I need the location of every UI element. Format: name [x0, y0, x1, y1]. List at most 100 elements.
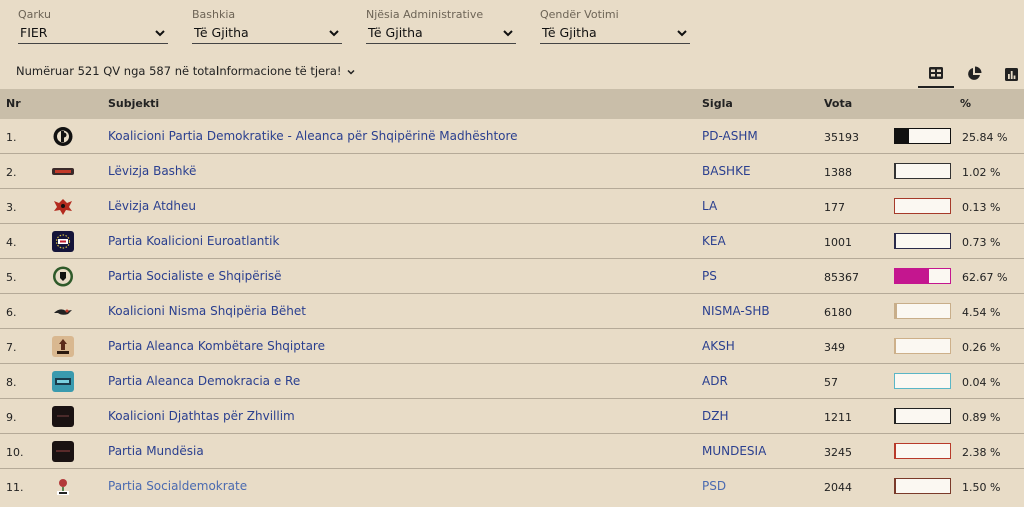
row-pct: 62.67 % [962, 271, 1008, 284]
row-subjekti[interactable]: Partia Koalicioni Euroatlantik [108, 234, 279, 248]
row-pct: 0.73 % [962, 236, 1001, 249]
vote-share-bar [894, 163, 951, 179]
ps-rose-logo-icon [52, 266, 74, 287]
row-vota: 1211 [824, 411, 852, 424]
qarku-select-value: FIER [20, 25, 48, 40]
qender-select[interactable]: Të Gjitha [540, 24, 690, 44]
row-pct: 0.13 % [962, 201, 1001, 214]
vote-share-fill [895, 129, 910, 143]
row-vota: 57 [824, 376, 838, 389]
row-pct: 2.38 % [962, 446, 1001, 459]
vote-share-bar [894, 233, 951, 249]
row-subjekti[interactable]: Lëvizja Atdheu [108, 199, 196, 213]
row-nr: 8. [6, 376, 17, 389]
row-sigla: PD-ASHM [702, 129, 758, 143]
more-info-dropdown[interactable]: Informacione të tjera! [216, 64, 355, 78]
row-vota: 3245 [824, 446, 852, 459]
row-subjekti[interactable]: Partia Aleanca Demokracia e Re [108, 374, 300, 388]
pie-view-button[interactable] [956, 60, 992, 88]
mundesia-logo-icon [52, 441, 74, 462]
pd-logo-icon [52, 126, 74, 147]
row-nr: 11. [6, 481, 24, 494]
vote-share-bar [894, 478, 951, 494]
row-sigla: NISMA-SHB [702, 304, 770, 318]
vote-share-bar [894, 268, 951, 284]
vote-share-fill [895, 304, 898, 318]
bashkia-select[interactable]: Të Gjitha [192, 24, 342, 44]
dzh-logo-icon [52, 406, 74, 427]
table-row[interactable]: 7. Partia Aleanca Kombëtare Shqiptare AK… [0, 329, 1024, 364]
row-sigla: PSD [702, 479, 727, 493]
row-subjekti[interactable]: Koalicioni Nisma Shqipëria Bëhet [108, 304, 306, 318]
qender-select-value: Të Gjitha [542, 25, 597, 40]
row-sigla: KEA [702, 234, 726, 248]
pie-chart-icon [968, 66, 982, 80]
row-subjekti[interactable]: Lëvizja Bashkë [108, 164, 196, 178]
row-vota: 1388 [824, 166, 852, 179]
row-sigla: BASHKE [702, 164, 751, 178]
row-subjekti[interactable]: Partia Aleanca Kombëtare Shqiptare [108, 339, 325, 353]
filters-bar: Qarku FIER Bashkia Të Gjitha Njësia Admi… [0, 0, 1024, 52]
chevron-down-icon [155, 30, 165, 37]
bar-chart-icon [1004, 67, 1018, 81]
table-row[interactable]: 2. Lëvizja Bashkë BASHKE 1388 1.02 % [0, 154, 1024, 189]
row-nr: 3. [6, 201, 17, 214]
row-nr: 5. [6, 271, 17, 284]
vote-share-fill [895, 444, 897, 458]
adr-logo-icon [52, 371, 74, 392]
table-row[interactable]: 8. Partia Aleanca Demokracia e Re ADR 57… [0, 364, 1024, 399]
filter-njesia-label: Njësia Administrative [366, 8, 484, 21]
row-nr: 2. [6, 166, 17, 179]
vote-share-bar [894, 198, 951, 214]
filter-bashkia: Bashkia Të Gjitha [192, 8, 342, 44]
filter-qender: Qendër Votimi Të Gjitha [540, 8, 690, 44]
filter-qarku: Qarku FIER [18, 8, 168, 44]
nisma-logo-icon [52, 301, 74, 322]
table-header: Nr Subjekti Sigla Vota % [0, 89, 1024, 119]
row-sigla: MUNDESIA [702, 444, 767, 458]
vote-share-bar [894, 408, 951, 424]
col-vota: Vota [824, 97, 853, 110]
vote-share-bar [894, 128, 951, 144]
table-row[interactable]: 1. Koalicioni Partia Demokratike - Alean… [0, 119, 1024, 154]
bar-view-button[interactable] [993, 60, 1024, 88]
row-sigla: ADR [702, 374, 728, 388]
filter-qarku-label: Qarku [18, 8, 51, 21]
col-subjekti: Subjekti [108, 97, 160, 110]
row-pct: 0.26 % [962, 341, 1001, 354]
row-vota: 35193 [824, 131, 859, 144]
chevron-down-icon [347, 69, 355, 75]
row-pct: 0.89 % [962, 411, 1001, 424]
row-subjekti[interactable]: Koalicioni Partia Demokratike - Aleanca … [108, 129, 518, 143]
row-subjekti[interactable]: Koalicioni Djathtas për Zhvillim [108, 409, 295, 423]
qarku-select[interactable]: FIER [18, 24, 168, 44]
bashke-logo-icon [52, 161, 74, 182]
njesia-select[interactable]: Të Gjitha [366, 24, 516, 44]
row-nr: 6. [6, 306, 17, 319]
kea-logo-icon [52, 231, 74, 252]
table-row[interactable]: 4. Partia Koalicioni Euroatlantik KEA 10… [0, 224, 1024, 259]
filter-njesia: Njësia Administrative Të Gjitha [366, 8, 516, 44]
table-row[interactable]: 3. Lëvizja Atdheu LA 177 0.13 % [0, 189, 1024, 224]
row-subjekti[interactable]: Partia Mundësia [108, 444, 204, 458]
row-vota: 349 [824, 341, 845, 354]
psd-logo-icon [52, 476, 74, 497]
row-subjekti[interactable]: Partia Socialiste e Shqipërisë [108, 269, 282, 283]
table-row[interactable]: 6. Koalicioni Nisma Shqipëria Bëhet NISM… [0, 294, 1024, 329]
row-subjekti[interactable]: Partia Socialdemokrate [108, 479, 247, 493]
row-vota: 85367 [824, 271, 859, 284]
table-row[interactable]: 5. Partia Socialiste e Shqipërisë PS 853… [0, 259, 1024, 294]
table-row[interactable]: 9. Koalicioni Djathtas për Zhvillim DZH … [0, 399, 1024, 434]
table-icon [929, 67, 943, 79]
count-summary: Numëruar 521 QV nga 587 në total [16, 64, 220, 78]
vote-share-fill [895, 479, 896, 493]
vote-share-bar [894, 303, 951, 319]
table-row[interactable]: 11. Partia Socialdemokrate PSD 2044 1.50… [0, 469, 1024, 504]
vote-share-bar [894, 373, 951, 389]
table-row[interactable]: 10. Partia Mundësia MUNDESIA 3245 2.38 % [0, 434, 1024, 469]
chevron-down-icon [503, 30, 513, 37]
row-sigla: AKSH [702, 339, 735, 353]
table-view-button[interactable] [918, 60, 954, 88]
chevron-down-icon [677, 30, 687, 37]
vote-share-bar [894, 338, 951, 354]
